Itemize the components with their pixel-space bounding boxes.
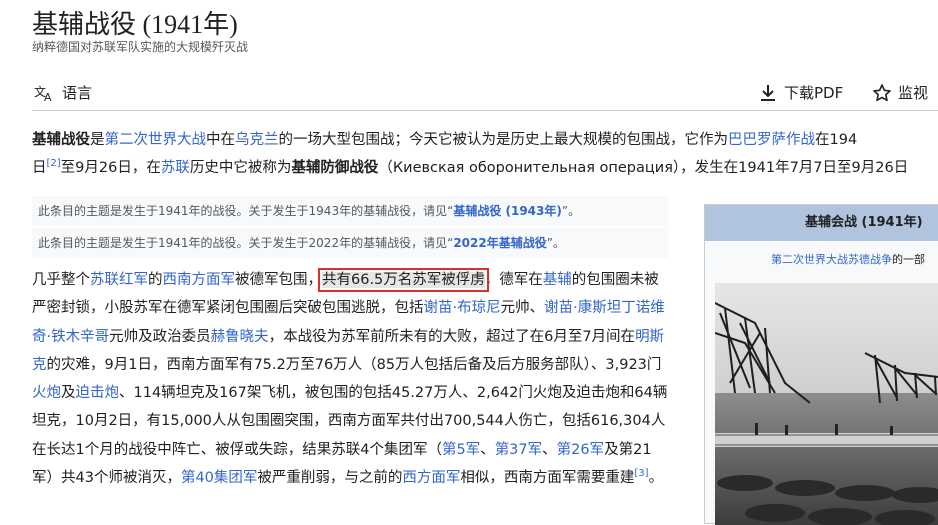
lead-bold-term: 基辅防御战役 xyxy=(291,160,379,176)
text: 的 xyxy=(148,272,163,288)
link-budyonny[interactable]: 谢苗·布琼尼 xyxy=(424,300,501,316)
link-soviet-union[interactable]: 苏联 xyxy=(161,160,190,176)
download-pdf-label: 下载PDF xyxy=(784,84,844,102)
lead-line-2: 日[2]至9月26日，在苏联历史中它被称为基辅防御战役（Киевская обо… xyxy=(32,154,938,182)
hatnote-text: 此条目的主题是发生于1941年的战役。关于发生于1943年的基辅战役，请见“ xyxy=(38,204,454,218)
text: 几乎整个 xyxy=(32,272,90,288)
battle-photo[interactable] xyxy=(715,283,938,525)
translate-icon: 文 A xyxy=(34,84,52,102)
lead-line-1: 基辅战役是第二次世界大战中在乌克兰的一场大型包围战；今天它被认为是历史上最大规模… xyxy=(32,126,938,154)
lead-text: 是 xyxy=(90,132,105,148)
watch-button[interactable]: 监视 xyxy=(872,82,928,103)
link-barbarossa[interactable]: 巴巴罗萨作战 xyxy=(728,132,815,148)
text: 、 xyxy=(542,441,557,458)
reference-link[interactable]: [2] xyxy=(47,158,61,169)
text: 被德军包围， xyxy=(235,272,322,288)
text: 被严重削弱，与之前的 xyxy=(257,470,403,487)
lead-text: 日 xyxy=(32,160,47,176)
text: 。 xyxy=(648,470,664,487)
page-subtitle: 纳粹德国对苏联军队实施的大规模歼灭战 xyxy=(32,40,249,54)
photo-illustration xyxy=(715,283,938,525)
link-soviet-german-war[interactable]: 第二次世界大战苏德战争 xyxy=(771,253,892,266)
link-26th-army[interactable]: 第26军 xyxy=(557,442,604,458)
text: ，德军在 xyxy=(484,272,543,288)
link-40th-army[interactable]: 第40集团军 xyxy=(181,470,257,486)
infobox-subtitle: 第二次世界大战苏德战争的一部 xyxy=(705,241,938,271)
hatnote-link[interactable]: 基辅战役 (1943年) xyxy=(453,204,562,218)
page-toolbar: 文 A 语言 下载PDF 监视 xyxy=(32,76,938,111)
hatnote: 此条目的主题是发生于1941年的战役。关于发生于1943年的基辅战役，请见“基辅… xyxy=(32,196,668,226)
lead-text: 至9月26日，在 xyxy=(60,160,161,176)
infobox: 基辅会战 (1941年) 第二次世界大战苏德战争的一部 xyxy=(704,204,938,525)
link-5th-army[interactable]: 第5军 xyxy=(442,442,480,458)
link-southwestern-front[interactable]: 西南方面军 xyxy=(163,272,236,288)
link-37th-army[interactable]: 第37军 xyxy=(495,442,542,458)
language-button[interactable]: 文 A 语言 xyxy=(34,82,92,103)
link-kyiv[interactable]: 基辅 xyxy=(543,272,572,288)
hatnote-link[interactable]: 2022年基辅战役 xyxy=(453,236,546,250)
lead-paragraph: 基辅战役是第二次世界大战中在乌克兰的一场大型包围战；今天它被认为是历史上最大规模… xyxy=(32,126,938,182)
highlighted-text: 共有66.5万名苏军被俘虏 xyxy=(318,268,489,292)
body-paragraph: 几乎整个苏联红军的西南方面军被德军包围，共有66.5万名苏军被俘虏，德军在基辅的… xyxy=(32,266,672,492)
hatnote: 此条目的主题是发生于1941年的战役。关于发生于2022年的基辅战役，请见“20… xyxy=(32,228,668,258)
download-icon xyxy=(761,84,775,101)
text: ，本战役为苏军前所未有的大败，超过了在6月至7月间在 xyxy=(268,328,636,345)
infobox-header: 基辅会战 (1941年) xyxy=(705,205,938,241)
link-khrushchev[interactable]: 赫鲁晓夫 xyxy=(211,329,269,345)
lead-text: 在194 xyxy=(815,132,858,148)
text: 元帅及政治委员 xyxy=(109,328,211,345)
download-pdf-button[interactable]: 下载PDF xyxy=(758,82,843,103)
text: 的灾难，9月1日，西南方面军有75.2万至76万人（85万人包括后备及后方服务部… xyxy=(46,356,662,373)
hatnote-text: 此条目的主题是发生于1941年的战役。关于发生于2022年的基辅战役，请见“ xyxy=(38,236,454,250)
hatnote-text: ”。 xyxy=(546,236,565,250)
text: 相似，西南方面军需要重建 xyxy=(460,470,635,487)
infobox-subtitle-text: 的一部 xyxy=(892,253,925,266)
link-ukraine[interactable]: 乌克兰 xyxy=(235,132,279,148)
text: 、 xyxy=(480,441,495,458)
link-artillery[interactable]: 火炮 xyxy=(32,385,61,401)
svg-text:A: A xyxy=(44,91,52,102)
reference-link[interactable]: [3] xyxy=(634,468,648,479)
text: 及 xyxy=(61,385,76,402)
hatnote-text: ”。 xyxy=(561,204,581,218)
lead-text: 中在 xyxy=(206,132,235,148)
link-mortar[interactable]: 迫击炮 xyxy=(76,385,120,401)
lead-text: 历史中它被称为 xyxy=(189,160,292,176)
star-icon xyxy=(873,83,891,101)
link-red-army[interactable]: 苏联红军 xyxy=(90,272,148,288)
language-label: 语言 xyxy=(62,84,93,102)
text: 元帅、 xyxy=(500,300,545,317)
lead-bold-term: 基辅战役 xyxy=(32,132,90,148)
lead-text: （Киевская оборонительная операция），发生在19… xyxy=(378,160,909,176)
lead-text: 的一场大型包围战；今天它被认为是历史上最大规模的包围战，它作为 xyxy=(278,132,729,148)
page-title: 基辅战役 (1941年) xyxy=(32,10,238,39)
watch-label: 监视 xyxy=(898,84,929,102)
link-western-front[interactable]: 西方面军 xyxy=(402,470,460,486)
link-wwii[interactable]: 第二次世界大战 xyxy=(105,132,207,148)
